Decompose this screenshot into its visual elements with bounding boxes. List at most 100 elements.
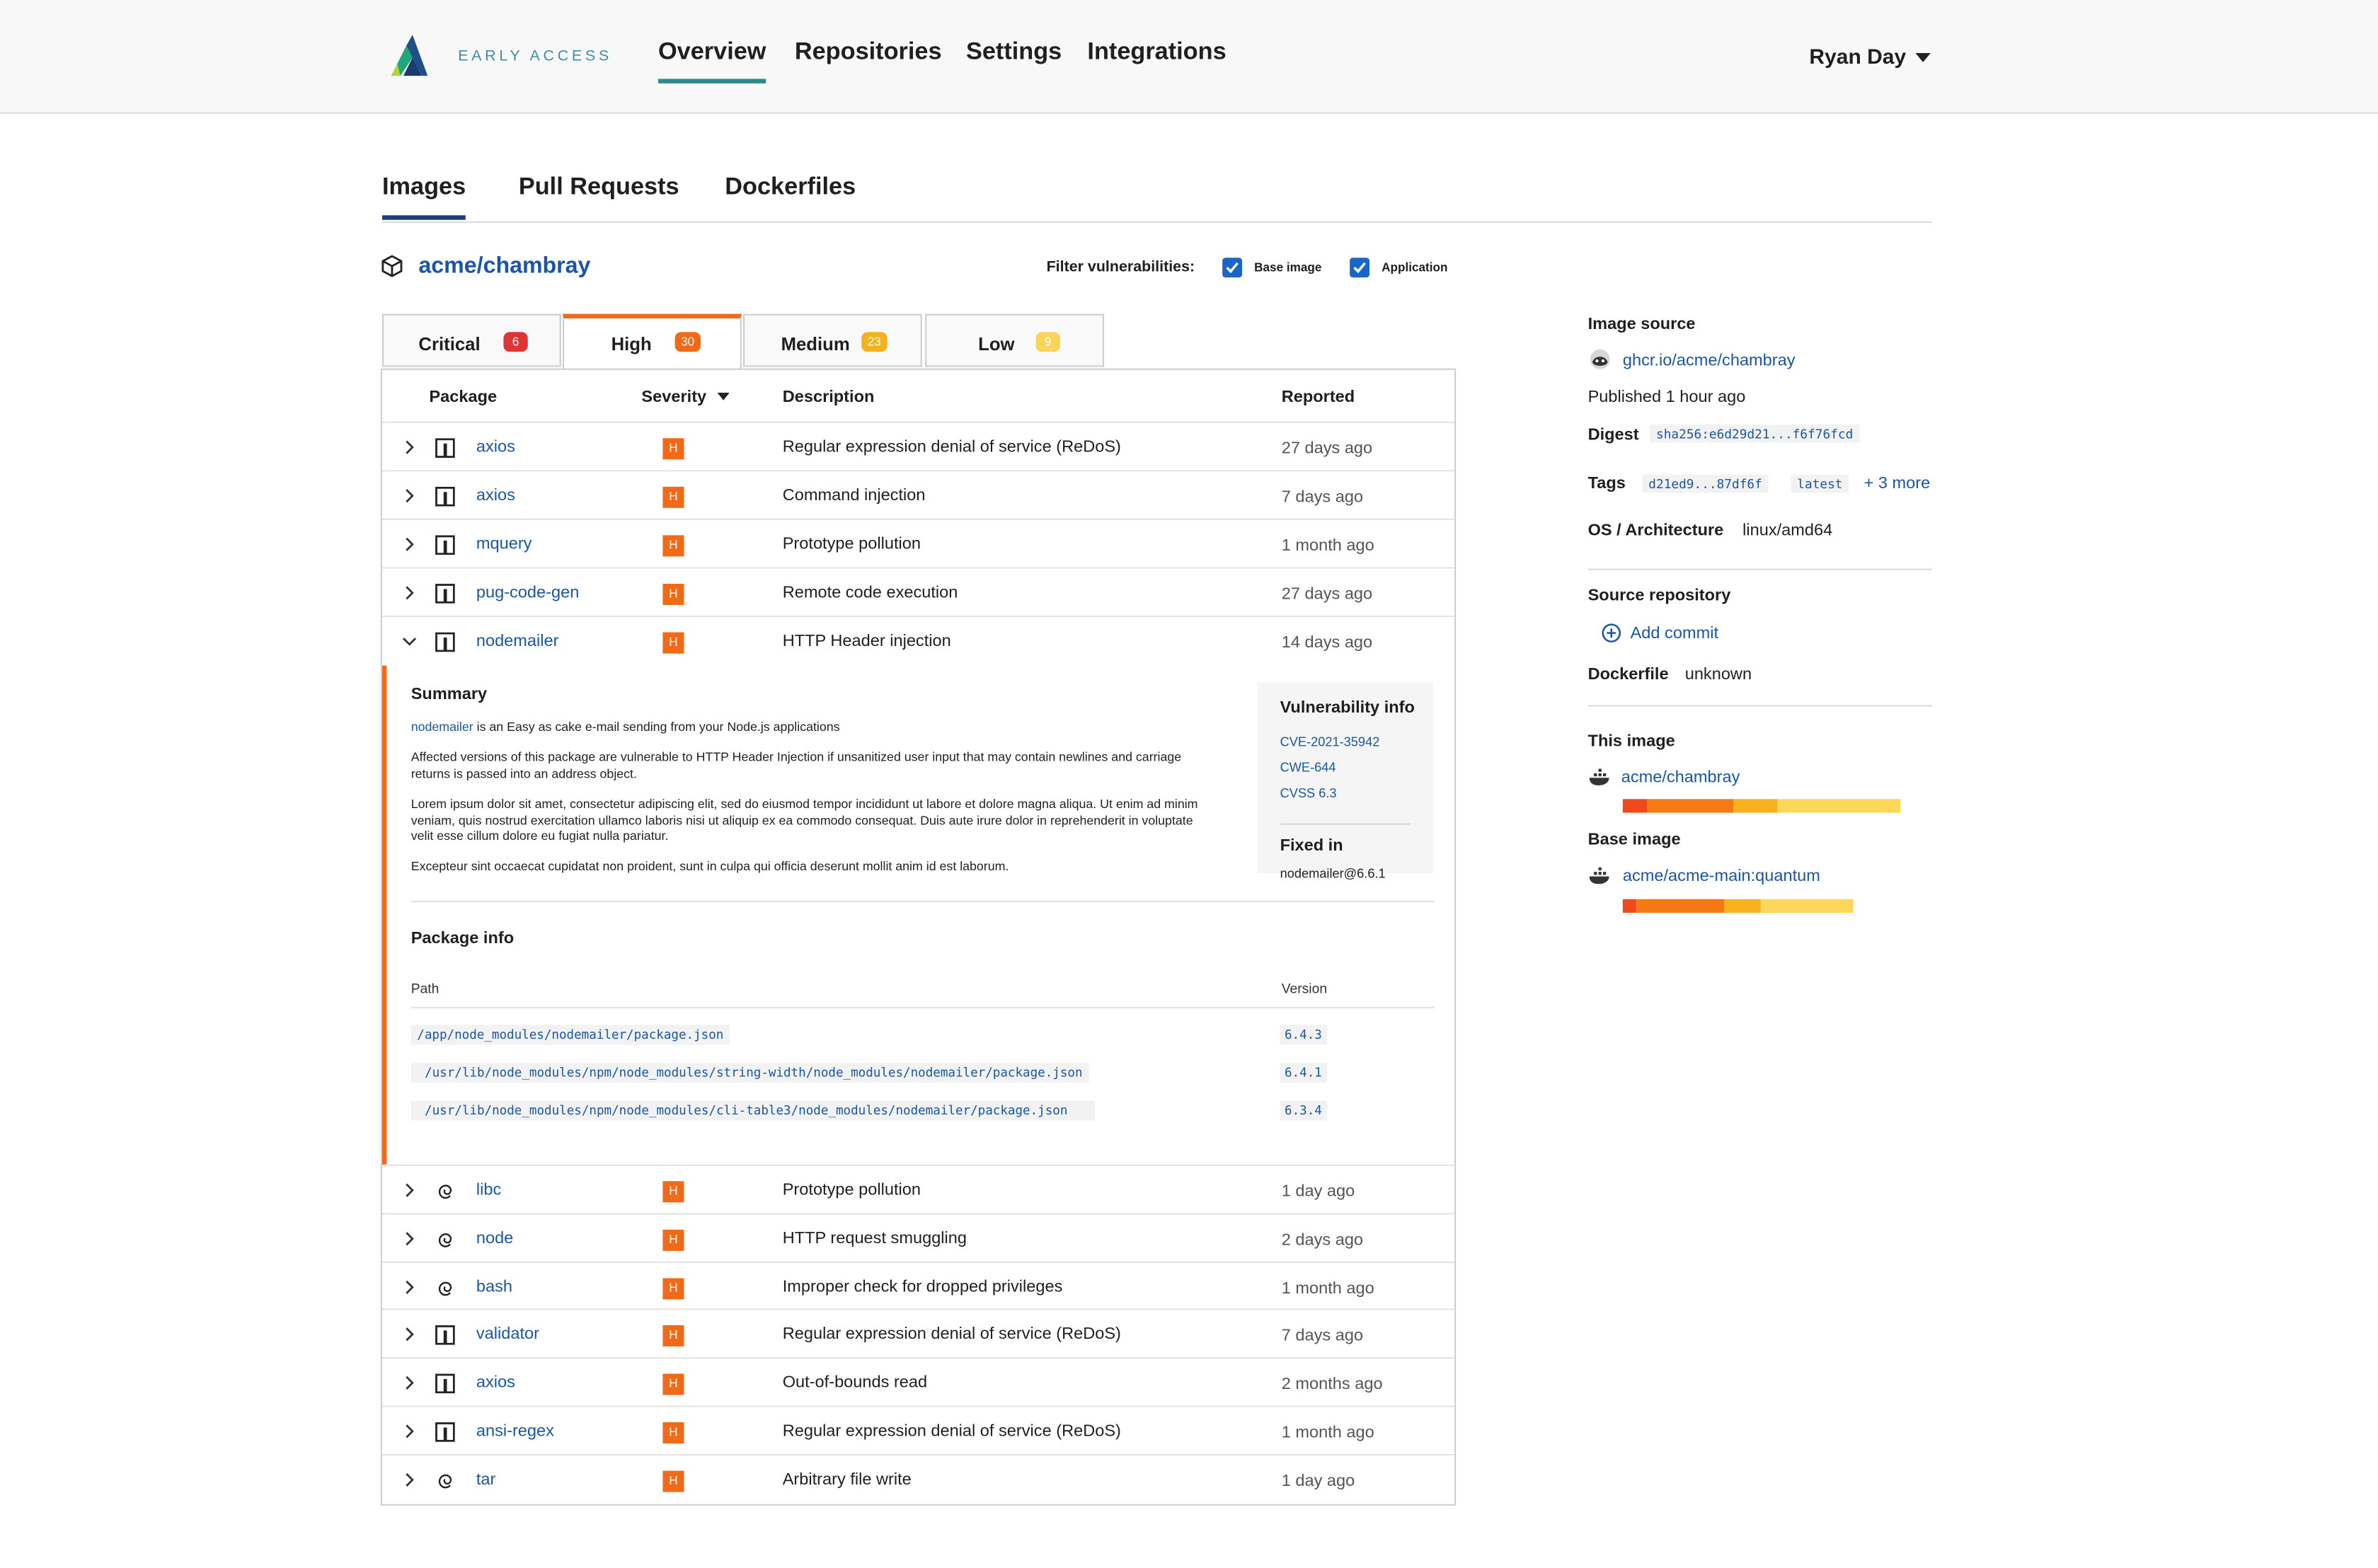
tab-dockerfiles[interactable]: Dockerfiles [725,174,856,202]
image-cube-icon [381,255,403,277]
package-name[interactable]: libc [476,1181,501,1199]
chevron-right-icon[interactable] [402,1231,417,1246]
tab-critical[interactable]: Critical 6 [382,313,561,367]
tag-chip[interactable]: d21ed9...87df6f [1642,474,1769,493]
more-tags-link[interactable]: + 3 more [1864,475,1931,493]
add-circle-icon[interactable] [1602,623,1621,643]
page: EARLY ACCESS Overview Repositories Setti… [0,0,2378,1568]
chevron-right-icon[interactable] [402,537,417,552]
severity-badge: H [662,1229,684,1251]
column-header-reported[interactable]: Reported [1282,388,1355,407]
table-row[interactable]: axios H Regular expression denial of servi… [382,421,1454,472]
digest-value[interactable]: sha256:e6d29d21...f6f76fcd [1650,425,1859,443]
cve-link[interactable]: CVE-2021-35942 [1280,734,1380,749]
description: Improper check for dropped privileges [782,1277,1063,1296]
chevron-right-icon[interactable] [402,585,417,600]
nav-overview[interactable]: Overview [658,40,766,83]
image-source-link[interactable]: ghcr.io/acme/chambray [1623,352,1796,370]
npm-package-icon [435,1422,455,1442]
nav-repositories[interactable]: Repositories [795,40,942,67]
nav-integrations[interactable]: Integrations [1087,40,1226,67]
severity-badge: H [662,1470,684,1492]
chevron-right-icon[interactable] [402,1182,417,1197]
package-name[interactable]: axios [476,1374,515,1393]
tab-pull-requests[interactable]: Pull Requests [519,174,679,202]
tab-high[interactable]: High 30 [563,313,742,370]
tab-images[interactable]: Images [382,174,466,220]
severity-segment-low [1778,799,1900,813]
logo-icon[interactable] [389,33,434,79]
path-header: Path [410,981,440,996]
column-header-description[interactable]: Description [783,388,875,407]
package-path[interactable]: /usr/lib/node_modules/npm/node_modules/s… [410,1063,1089,1083]
package-name[interactable]: validator [476,1326,539,1344]
column-header-severity[interactable]: Severity [641,388,706,407]
package-path[interactable]: /usr/lib/node_modules/npm/node_modules/c… [410,1100,1095,1121]
cwe-link[interactable]: CWE-644 [1280,760,1336,775]
package-name[interactable]: ansi-regex [476,1422,554,1441]
tag-chip[interactable]: latest [1791,474,1849,493]
package-name[interactable]: mquery [476,535,532,553]
package-link[interactable]: nodemailer [411,719,473,734]
reported-date: 2 days ago [1281,1230,1364,1250]
chevron-right-icon[interactable] [402,488,417,503]
chevron-right-icon[interactable] [402,1327,417,1342]
table-row[interactable]: libc H Prototype pollution 1 day ago [382,1164,1454,1215]
package-name[interactable]: bash [476,1278,512,1296]
description: Prototype pollution [782,1181,921,1199]
reported-date: 7 days ago [1281,1327,1364,1346]
cvss-link[interactable]: CVSS 6.3 [1280,785,1337,800]
chevron-right-icon[interactable] [402,1424,417,1439]
tab-medium[interactable]: Medium 23 [743,313,922,367]
sort-down-icon[interactable] [717,393,730,400]
application-checkbox[interactable] [1350,258,1369,278]
table-row[interactable]: validator H Regular expression denial of s… [382,1309,1454,1359]
chevron-right-icon[interactable] [402,1376,417,1390]
base-image-link[interactable]: acme/acme-main:quantum [1623,867,1820,886]
image-title[interactable]: acme/chambray [418,253,590,279]
reported-date: 2 months ago [1281,1375,1383,1394]
table-row[interactable]: axios H Command injection 7 days ago [382,470,1454,520]
application-checkbox-label: Application [1382,260,1448,275]
description: HTTP Header injection [782,632,951,651]
table-row[interactable]: bash H Improper check for dropped privileg… [382,1260,1454,1311]
chevron-down-icon[interactable] [402,634,417,649]
chevron-right-icon[interactable] [402,1279,417,1294]
digest-label: Digest [1587,426,1639,444]
count-badge: 9 [1035,332,1060,352]
nav-settings[interactable]: Settings [966,40,1062,67]
table-row[interactable]: axios H Out-of-bounds read 2 months ago [382,1357,1454,1407]
column-header-package[interactable]: Package [429,388,497,407]
table-row[interactable]: node H HTTP request smuggling 2 days ago [382,1212,1454,1263]
tab-low[interactable]: Low 9 [925,313,1104,367]
package-name[interactable]: node [476,1229,513,1247]
chevron-down-icon[interactable] [1915,53,1931,62]
table-row[interactable]: tar H Arbitrary file write 1 day ago [382,1453,1454,1504]
add-commit-link[interactable]: Add commit [1631,625,1718,643]
table-row-expanded[interactable]: nodemailer H HTTP Header injection 14 da… [382,616,1454,666]
chevron-right-icon[interactable] [402,439,417,454]
npm-package-icon [435,1373,455,1394]
divider [410,900,1435,902]
package-path[interactable]: /app/node_modules/nodemailer/package.jso… [410,1025,730,1045]
table-row[interactable]: mquery H Prototype pollution 1 month ago [382,518,1454,569]
this-image-link[interactable]: acme/chambray [1621,768,1740,787]
package-name[interactable]: axios [476,438,515,456]
package-name[interactable]: pug-code-gen [476,584,579,602]
table-row[interactable]: ansi-regex H Regular expression denial of … [382,1405,1454,1455]
npm-package-icon [435,486,455,507]
base-image-checkbox-label: Base image [1254,260,1322,275]
package-name[interactable]: axios [476,487,515,505]
package-name[interactable]: nodemailer [476,633,559,651]
description: HTTP request smuggling [782,1229,967,1248]
count-badge: 30 [674,332,701,352]
user-menu[interactable]: Ryan Day [1809,44,1906,68]
severity-badge: H [662,535,684,557]
table-row[interactable]: pug-code-gen H Remote code execution 27 day… [382,567,1454,617]
base-image-title: Base image [1587,831,1681,849]
chevron-right-icon[interactable] [402,1472,417,1487]
package-name[interactable]: tar [476,1470,496,1489]
reported-date: 1 month ago [1281,1424,1374,1442]
filter-label: Filter vulnerabilities: [1046,259,1195,276]
base-image-checkbox[interactable] [1222,258,1242,278]
